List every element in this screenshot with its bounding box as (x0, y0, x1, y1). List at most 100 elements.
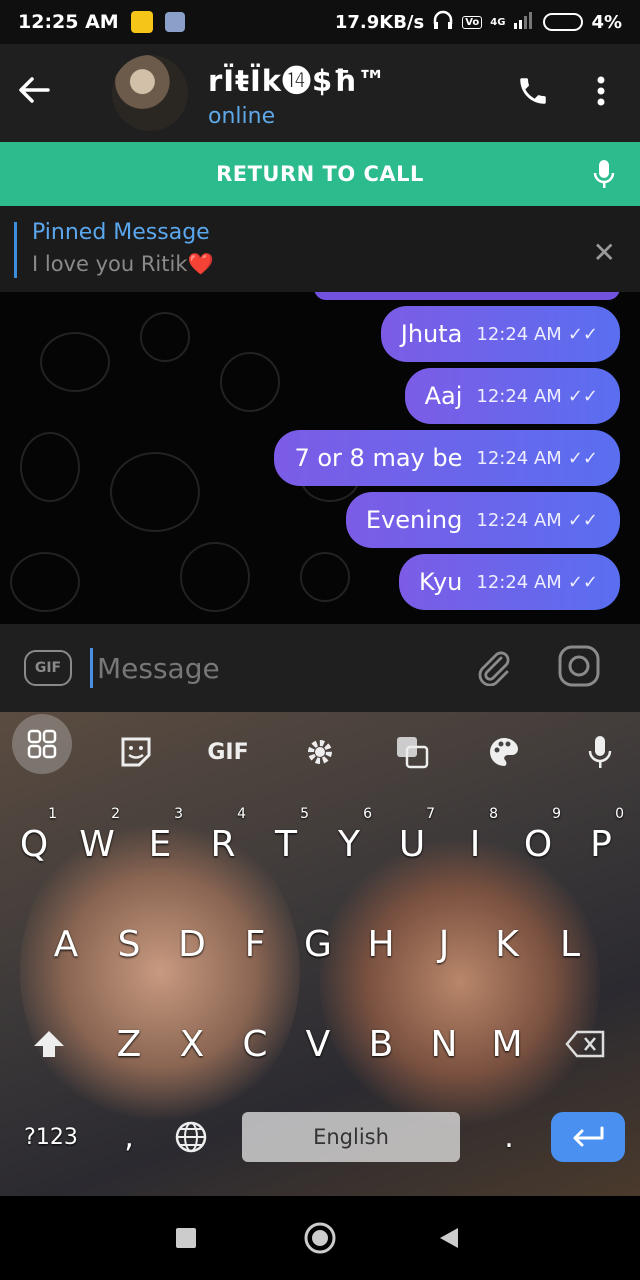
back-arrow-icon[interactable] (18, 73, 78, 113)
key-z[interactable]: Z (100, 1004, 158, 1084)
translate-icon[interactable] (384, 720, 440, 784)
volte-icon: Vo (462, 15, 483, 29)
background-doodle (40, 332, 110, 392)
key-g[interactable]: G (289, 904, 347, 984)
key-v[interactable]: V (289, 1004, 347, 1084)
message-text: Aaj (424, 382, 463, 410)
return-to-call-button[interactable]: RETURN TO CALL (0, 142, 640, 206)
theme-palette-icon[interactable] (476, 720, 532, 784)
status-bar: 12:25 AM 17.9KB/s Vo 4G 4% (0, 0, 640, 44)
message-time: 12:24 AM (476, 571, 562, 593)
globe-language-icon[interactable] (162, 1097, 220, 1177)
settings-gear-icon[interactable] (292, 720, 348, 784)
key-j[interactable]: J (415, 904, 473, 984)
comma-key[interactable]: , (100, 1097, 158, 1177)
key-d[interactable]: D (163, 904, 221, 984)
enter-key-icon[interactable] (551, 1112, 625, 1162)
key-o[interactable]: O9 (509, 804, 567, 884)
battery-percent: 4% (591, 11, 622, 33)
key-p[interactable]: P0 (572, 804, 630, 884)
message-time: 12:24 AM (476, 447, 562, 469)
backspace-icon[interactable] (556, 1004, 614, 1084)
more-options-icon[interactable] (596, 76, 606, 110)
background-doodle (10, 552, 80, 612)
message-bubble[interactable]: Kyu 12:24 AM ✓✓ (398, 554, 620, 610)
background-doodle (220, 352, 280, 412)
sticker-icon[interactable] (108, 720, 164, 784)
close-icon[interactable]: ✕ (593, 236, 616, 269)
message-input[interactable] (95, 650, 455, 686)
apps-grid-icon[interactable] (12, 714, 72, 774)
double-check-icon: ✓✓ (567, 509, 598, 531)
message-bubble[interactable]: Jhuta 12:24 AM ✓✓ (380, 306, 620, 362)
key-h[interactable]: H (352, 904, 410, 984)
gif-button[interactable]: GIF (24, 650, 72, 686)
key-r[interactable]: R4 (194, 804, 252, 884)
phone-icon[interactable] (516, 74, 550, 112)
double-check-icon: ✓✓ (567, 571, 598, 593)
message-time: 12:24 AM (476, 509, 562, 531)
message-text: Kyu (418, 568, 463, 596)
pinned-label: Pinned Message (32, 220, 210, 245)
key-m[interactable]: M (478, 1004, 536, 1084)
voice-input-icon[interactable] (572, 720, 628, 784)
shift-key-icon[interactable] (20, 1004, 78, 1084)
key-f[interactable]: F (226, 904, 284, 984)
chat-header: rÏŧÏk⓮$ħ™ online (0, 44, 640, 142)
background-doodle (180, 542, 250, 612)
contact-status: online (208, 103, 276, 129)
system-navigation-bar (0, 1196, 640, 1280)
home-icon[interactable] (304, 1222, 336, 1258)
headphones-icon (432, 10, 454, 35)
message-composer: GIF (0, 624, 640, 712)
keyboard: GIF Q1 W2 E3 R4 T5 Y6 U7 I8 O9 P0 A S D … (0, 712, 640, 1196)
message-time: 12:24 AM (476, 385, 562, 407)
key-i[interactable]: I8 (446, 804, 504, 884)
avatar[interactable] (112, 55, 188, 131)
key-w[interactable]: W2 (68, 804, 126, 884)
key-k[interactable]: K (478, 904, 536, 984)
key-n[interactable]: N (415, 1004, 473, 1084)
double-check-icon: ✓✓ (567, 385, 598, 407)
period-key[interactable]: . (480, 1097, 538, 1177)
key-s[interactable]: S (100, 904, 158, 984)
camera-icon[interactable] (557, 644, 601, 692)
message-time: 12:24 AM (476, 323, 562, 345)
attach-icon[interactable] (473, 646, 513, 690)
key-x[interactable]: X (163, 1004, 221, 1084)
microphone-icon[interactable] (592, 158, 616, 195)
pinned-message[interactable]: Pinned Message I love you Ritik❤️ ✕ (0, 206, 640, 292)
key-q[interactable]: Q1 (5, 804, 63, 884)
message-bubble[interactable]: Evening 12:24 AM ✓✓ (345, 492, 620, 548)
message-bubble[interactable]: 7 or 8 may be 12:24 AM ✓✓ (274, 430, 620, 486)
contact-info[interactable]: rÏŧÏk⓮$ħ™ online (208, 58, 387, 129)
key-b[interactable]: B (352, 1004, 410, 1084)
network-speed: 17.9KB/s (334, 11, 425, 33)
contact-name: rÏŧÏk⓮$ħ™ (208, 63, 388, 98)
key-u[interactable]: U7 (383, 804, 441, 884)
symbols-key[interactable]: ?123 (18, 1097, 84, 1177)
text-caret (90, 648, 93, 688)
back-triangle-icon[interactable] (438, 1226, 460, 1254)
background-doodle (20, 432, 80, 502)
space-key[interactable]: English (242, 1112, 460, 1162)
return-to-call-label: RETURN TO CALL (216, 162, 424, 186)
key-t[interactable]: T5 (257, 804, 315, 884)
pinned-indicator (14, 222, 17, 278)
key-l[interactable]: L (541, 904, 599, 984)
previous-message-edge (314, 292, 620, 300)
chat-area[interactable]: Jhuta 12:24 AM ✓✓ Aaj 12:24 AM ✓✓ 7 or 8… (0, 292, 640, 624)
background-doodle (300, 552, 350, 602)
key-e[interactable]: E3 (131, 804, 189, 884)
keyboard-gif-button[interactable]: GIF (198, 720, 258, 784)
message-text: Jhuta (400, 320, 463, 348)
key-c[interactable]: C (226, 1004, 284, 1084)
key-a[interactable]: A (37, 904, 95, 984)
message-bubble[interactable]: Aaj 12:24 AM ✓✓ (404, 368, 620, 424)
battery-icon (543, 13, 584, 31)
notification-camera-icon (164, 12, 185, 32)
status-time: 12:25 AM (18, 11, 119, 33)
background-doodle (110, 452, 200, 532)
recents-icon[interactable] (176, 1228, 196, 1248)
key-y[interactable]: Y6 (320, 804, 378, 884)
